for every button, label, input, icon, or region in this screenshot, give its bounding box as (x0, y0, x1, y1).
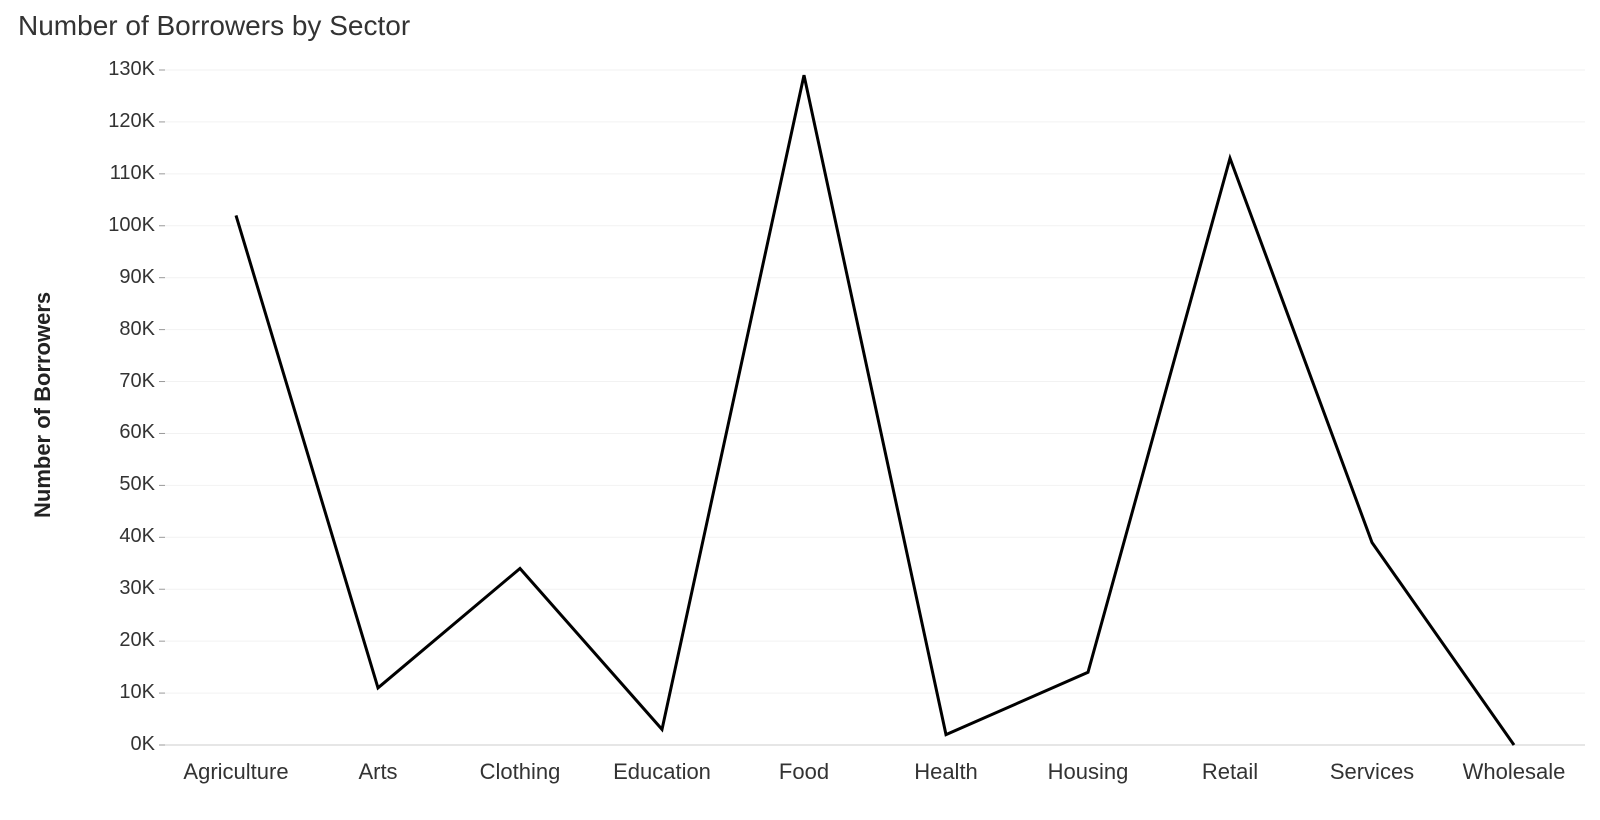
x-tick-label: Agriculture (183, 759, 288, 785)
x-tick-label: Arts (358, 759, 397, 785)
x-tick-label: Wholesale (1463, 759, 1566, 785)
y-tick-label: 100K (85, 214, 155, 237)
x-tick-label: Food (779, 759, 829, 785)
x-tick-label: Retail (1202, 759, 1258, 785)
y-tick-label: 30K (85, 577, 155, 600)
y-tick-label: 40K (85, 525, 155, 548)
y-tick-label: 110K (85, 162, 155, 185)
x-tick-label: Education (613, 759, 711, 785)
y-tick-label: 50K (85, 473, 155, 496)
y-tick-label: 10K (85, 681, 155, 704)
chart-container: Number of Borrowers by Sector Number of … (0, 0, 1600, 820)
y-tick-label: 20K (85, 629, 155, 652)
x-tick-label: Services (1330, 759, 1414, 785)
data-line (236, 75, 1514, 745)
y-tick-label: 60K (85, 421, 155, 444)
y-tick-label: 120K (85, 110, 155, 133)
y-tick-label: 130K (85, 58, 155, 81)
y-tick-label: 80K (85, 318, 155, 341)
y-tick-label: 90K (85, 266, 155, 289)
chart-plot (0, 0, 1600, 820)
y-tick-label: 0K (85, 733, 155, 756)
x-tick-label: Health (914, 759, 978, 785)
y-tick-label: 70K (85, 370, 155, 393)
x-tick-label: Clothing (480, 759, 561, 785)
x-tick-label: Housing (1048, 759, 1129, 785)
